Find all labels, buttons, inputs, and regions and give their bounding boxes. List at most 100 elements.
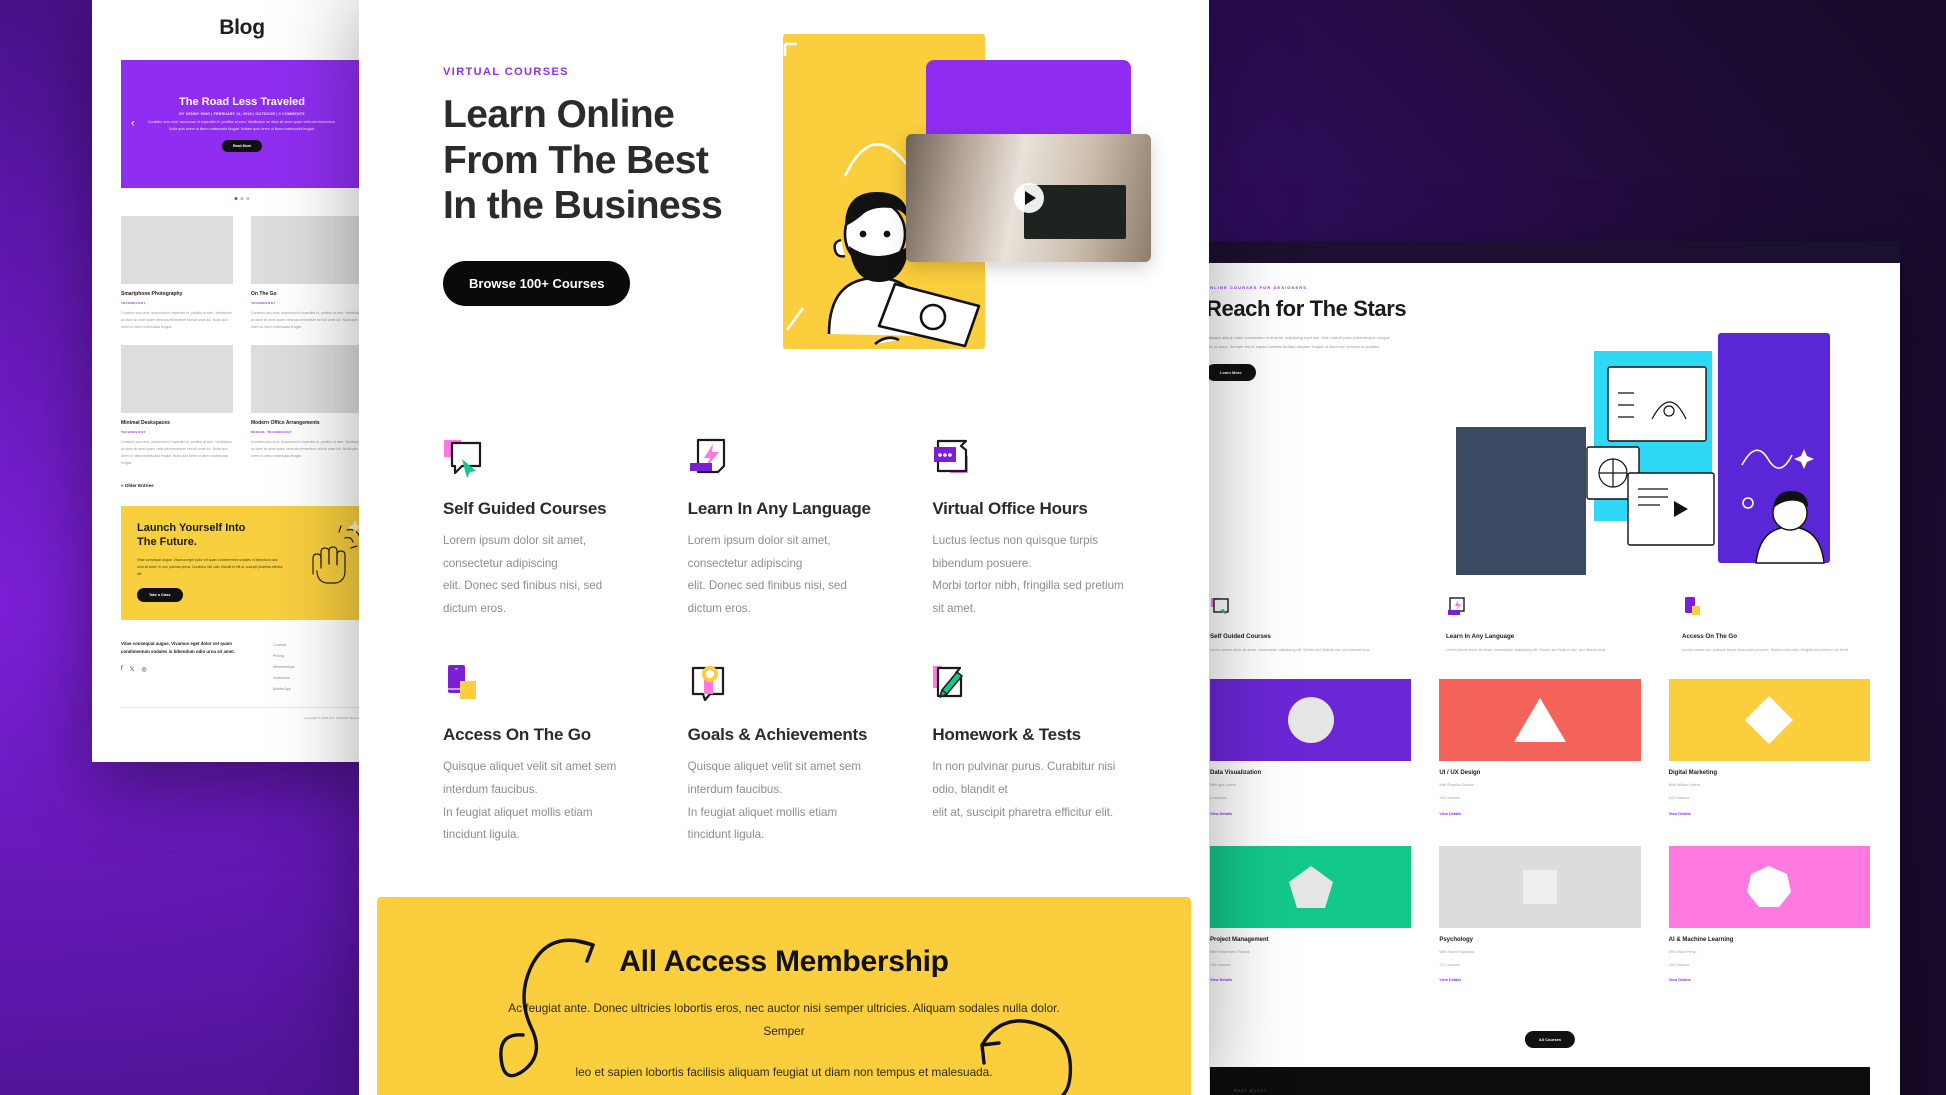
course-card[interactable]: Psychology With Ruben Espinosa 172 Lesso… — [1439, 845, 1641, 982]
course-view-details-link[interactable]: View Details — [1439, 978, 1640, 982]
feature-card: Virtual Office Hours Luctus lectus non q… — [932, 438, 1125, 620]
course-title[interactable]: Digital Marketing — [1669, 770, 1870, 776]
feature-card: Learn In Any Language Lorem ipsum dolor … — [688, 438, 881, 620]
course-lessons: 106 Lessons — [1439, 796, 1460, 801]
video-thumbnail-card[interactable] — [906, 134, 1151, 262]
feature-body-line2: elit. Donec sed finibus nisi, sed dictum… — [443, 579, 603, 615]
footer-social-links[interactable]: f 𝕏 ◎ — [121, 666, 251, 673]
instagram-icon[interactable]: ◎ — [142, 666, 147, 673]
slider-dot-1[interactable] — [234, 197, 238, 200]
membership-section: All Access Membership Ac feugiat ante. D… — [377, 896, 1191, 1095]
footer-link[interactable]: Mobile App — [273, 684, 295, 695]
browse-courses-button[interactable]: Browse 100+ Courses — [443, 260, 631, 306]
older-entries-link[interactable]: « Older Entries — [121, 483, 363, 488]
post-excerpt: Curabitur arcu erat, accumsan id imperdi… — [251, 311, 362, 329]
blog-post-card[interactable]: Modern Office Arrangements DESIGN, TECHN… — [251, 344, 363, 467]
course-lessons: 122 Lessons — [1668, 796, 1690, 801]
post-thumbnail — [121, 344, 233, 413]
courses-mockup-panel: ONLINE COURSES FOR DESIGNERS Reach for T… — [1200, 241, 1900, 1095]
right-lede: Quisque aliquip vitae consectetur erat a… — [1206, 335, 1390, 349]
right-hero-illustration — [1456, 333, 1830, 575]
right-feature-body: Luctus lectus non quisque turpis bibendu… — [1682, 648, 1849, 652]
waving-hand-doodle-icon — [312, 519, 361, 584]
feature-body-line2: In feugiat aliquet mollis etiam tincidun… — [687, 805, 838, 842]
blog-post-card[interactable]: On The Go TECHNOLOGY Curabitur arcu erat… — [251, 216, 363, 331]
right-learn-more-button[interactable]: Learn More — [1206, 363, 1256, 381]
hero-heading: Learn Online From The Best In the Busine… — [443, 92, 773, 229]
post-title[interactable]: Modern Office Arrangements — [251, 420, 363, 426]
course-view-details-link[interactable]: View Details — [1210, 978, 1411, 982]
all-courses-button[interactable]: All Courses — [1524, 1031, 1576, 1048]
course-title[interactable]: AI & Machine Learning — [1669, 937, 1870, 943]
course-lessons: 9 Lessons — [1210, 796, 1227, 801]
footer-link[interactable]: Courses — [273, 640, 295, 651]
footer-link[interactable]: Memberships — [273, 662, 295, 673]
course-swatch — [1439, 679, 1641, 761]
slider-dot-2[interactable] — [240, 197, 244, 200]
cta-body: Vitae consequat augue. Vivamus eget dolo… — [137, 558, 283, 576]
take-a-class-button[interactable]: Take a Class — [137, 587, 183, 602]
square-shape-icon — [1522, 869, 1557, 904]
hero-visuals — [783, 34, 1151, 386]
post-category[interactable]: TECHNOLOGY — [251, 301, 363, 305]
feature-body-line1: Lorem ipsum dolor sit amet, consectetur … — [443, 534, 587, 570]
post-category[interactable]: TECHNOLOGY — [121, 301, 233, 305]
hero-heading-line2: From The Best — [443, 138, 709, 182]
blog-post-grid: Smartphone Photography TECHNOLOGY Curabi… — [121, 216, 363, 467]
post-category[interactable]: DESIGN, TECHNOLOGY — [251, 430, 363, 434]
feature-card: Goals & Achievements Quisque aliquet vel… — [688, 664, 881, 846]
blog-hero-slider[interactable]: ‹ The Road Less Traveled BY KENNY SING |… — [121, 60, 363, 200]
course-card[interactable]: Project Management With Rosemarie Thomas… — [1210, 845, 1412, 982]
feature-title: Access On The Go — [443, 725, 591, 745]
facebook-icon[interactable]: f — [121, 666, 123, 673]
feature-title: Self Guided Courses — [443, 499, 607, 518]
blog-post-card[interactable]: Minimal Deskspaces TECHNOLOGY Curabitur … — [121, 344, 233, 467]
course-title[interactable]: Psychology — [1439, 937, 1640, 943]
post-title[interactable]: Minimal Deskspaces — [121, 420, 233, 426]
course-title[interactable]: Project Management — [1210, 937, 1411, 943]
feature-body-line2: Morbi tortor nibh, fringilla sed pretium… — [932, 579, 1124, 615]
footer-link[interactable]: Pricing — [273, 651, 295, 662]
slider-dots[interactable] — [234, 197, 250, 200]
course-card[interactable]: Digital Marketing With Willson Vinson 12… — [1668, 679, 1870, 816]
footer-link[interactable]: Instructors — [273, 673, 295, 684]
course-title[interactable]: UI / UX Design — [1439, 770, 1640, 776]
play-button-icon[interactable] — [1013, 183, 1044, 213]
blog-hero-body-1: Curabitur arcu erat, accumsan id imperdi… — [147, 119, 337, 124]
mobile-phone-icon — [448, 665, 476, 700]
heptagon-shape-icon — [1747, 865, 1792, 907]
slider-dot-3[interactable] — [246, 197, 250, 200]
post-title[interactable]: Smartphone Photography — [121, 291, 233, 297]
course-swatch — [1210, 679, 1412, 761]
blog-hero-read-more-button[interactable]: Read More — [221, 140, 263, 153]
course-instructor: With Igor Lorem — [1210, 783, 1236, 787]
course-instructor: With Viktor Persp — [1668, 949, 1697, 954]
post-thumbnail — [121, 216, 233, 284]
blog-post-card[interactable]: Smartphone Photography TECHNOLOGY Curabi… — [121, 216, 233, 331]
course-lessons: 105 Lessons — [1210, 962, 1231, 967]
diamond-shape-icon — [1745, 695, 1794, 745]
post-excerpt: Curabitur arcu erat, accumsan id imperdi… — [121, 311, 232, 329]
right-feature-row: Self Guided Courses Lorem ipsum dolor si… — [1200, 596, 1900, 654]
head — [833, 192, 909, 282]
feature-card: Access On The Go Quisque aliquet velit s… — [443, 664, 636, 846]
right-topbar — [1200, 241, 1900, 263]
curved-arrow-left-doodle-icon — [499, 938, 595, 1078]
post-excerpt: Curabitur arcu erat, accumsan id imperdi… — [121, 439, 232, 465]
feature-card: Homework & Tests In non pulvinar purus. … — [932, 664, 1125, 846]
hero-section: VIRTUAL COURSES Learn Online From The Be… — [359, 0, 1209, 386]
slider-prev-arrow-icon[interactable]: ‹ — [131, 118, 135, 130]
feature-title: Virtual Office Hours — [932, 499, 1088, 518]
course-view-details-link[interactable]: View Details — [1669, 812, 1870, 816]
course-view-details-link[interactable]: View Details — [1210, 812, 1411, 816]
course-view-details-link[interactable]: View Details — [1669, 978, 1870, 982]
course-title[interactable]: Data Visualization — [1210, 770, 1411, 776]
post-title[interactable]: On The Go — [251, 291, 363, 297]
post-category[interactable]: TECHNOLOGY — [121, 430, 233, 434]
course-view-details-link[interactable]: View Details — [1439, 812, 1640, 816]
course-card[interactable]: Data Visualization With Igor Lorem 9 Les… — [1210, 679, 1412, 816]
course-card[interactable]: UI / UX Design With Rogelio Charlton 106… — [1439, 679, 1641, 816]
course-card[interactable]: AI & Machine Learning With Viktor Persp … — [1668, 845, 1870, 982]
feature-body: In non pulvinar purus. Curabitur nisi od… — [932, 756, 1125, 824]
twitter-x-icon[interactable]: 𝕏 — [130, 666, 135, 673]
